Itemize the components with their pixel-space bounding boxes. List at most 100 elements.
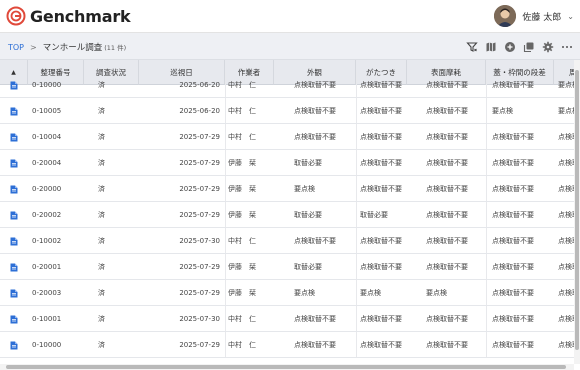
column-divider (356, 72, 357, 97)
cell-date: 2025-07-29 (179, 341, 220, 349)
document-icon[interactable] (10, 202, 24, 228)
column-divider (356, 202, 357, 227)
chevron-down-icon[interactable]: ⌄ (567, 12, 574, 21)
cell-wear: 点検取替不要 (426, 315, 468, 323)
column-divider (225, 72, 226, 97)
table-row[interactable]: 0-20003 済 2025-07-29 伊藤 栞 要点検 要点検 要点検 点検取替不要 点検取… (0, 280, 574, 306)
cell-id: 0-20002 (32, 211, 62, 219)
cell-date: 2025-06-20 (179, 107, 220, 115)
cell-step: 点検取替不要 (492, 289, 534, 297)
horizontal-scroll-thumb[interactable] (6, 365, 566, 369)
settings-icon[interactable] (539, 38, 557, 56)
document-icon[interactable] (10, 72, 24, 98)
cell-appearance: 点検取替不要 (294, 315, 336, 323)
cell-appearance: 要点検 (294, 185, 315, 193)
cell-status: 済 (98, 289, 105, 297)
table-row[interactable]: 0-20001 済 2025-07-29 伊藤 栞 取替必要 点検取替不要 点検取替不要 点検… (0, 254, 574, 280)
table-row[interactable]: 0-10005 済 2025-06-20 中村 仁 点検取替不要 点検取替不要 点検取替不要… (0, 98, 574, 124)
cell-wear: 点検取替不要 (426, 107, 468, 115)
survey-table: ▲整理番号調査状況巡視日作業者外観がたつき表面摩耗蓋・枠間の段差周辺 0-100… (0, 60, 574, 364)
document-icon[interactable] (10, 228, 24, 254)
column-divider (225, 150, 226, 175)
cell-surround: 点検取替不要 (558, 185, 574, 193)
document-icon[interactable] (10, 124, 24, 150)
table-row[interactable]: 0-10000 済 2025-06-20 中村 仁 点検取替不要 点検取替不要 点検取替不要… (0, 72, 574, 98)
cell-id: 0-10000 (32, 81, 62, 89)
cell-status: 済 (98, 237, 105, 245)
cell-surround: 点検取替不要 (558, 159, 574, 167)
column-divider (356, 150, 357, 175)
more-icon[interactable] (558, 38, 576, 56)
table-row[interactable]: 0-10001 済 2025-07-30 中村 仁 点検取替不要 点検取替不要 点検取替不要… (0, 306, 574, 332)
cell-rattle: 取替必要 (360, 211, 388, 219)
table-row[interactable]: 0-20002 済 2025-07-29 伊藤 栞 取替必要 取替必要 点検取替不要 点検取替… (0, 202, 574, 228)
filter-icon[interactable] (463, 38, 481, 56)
document-icon[interactable] (10, 280, 24, 306)
cell-id: 0-10000 (32, 341, 62, 349)
document-icon[interactable] (10, 254, 24, 280)
cell-step: 点検取替不要 (492, 315, 534, 323)
user-menu[interactable]: 佐藤 太郎 ⌄ (494, 5, 574, 27)
document-icon[interactable] (10, 176, 24, 202)
brand-logo[interactable]: Genchmark (6, 6, 131, 26)
cell-date: 2025-07-29 (179, 263, 220, 271)
cell-appearance: 取替必要 (294, 263, 322, 271)
cell-surround: 要点検 (558, 81, 574, 89)
breadcrumb-separator: > (30, 42, 37, 52)
vertical-scroll-thumb[interactable] (575, 70, 579, 350)
cell-step: 要点検 (492, 107, 513, 115)
cell-wear: 点検取替不要 (426, 81, 468, 89)
cell-status: 済 (98, 159, 105, 167)
copy-icon[interactable] (520, 38, 538, 56)
cell-rattle: 点検取替不要 (360, 133, 402, 141)
cell-worker: 伊藤 栞 (228, 263, 256, 271)
breadcrumb-top-link[interactable]: TOP (8, 43, 24, 52)
cell-step: 点検取替不要 (492, 263, 534, 271)
cell-rattle: 点検取替不要 (360, 185, 402, 193)
column-divider (356, 332, 357, 357)
horizontal-scrollbar[interactable] (0, 364, 574, 370)
table-row[interactable]: 0-10002 済 2025-07-30 中村 仁 点検取替不要 点検取替不要 点検取替不要… (0, 228, 574, 254)
table-row[interactable]: 0-20000 済 2025-07-29 伊藤 栞 要点検 点検取替不要 点検取替不要 点検取… (0, 176, 574, 202)
cell-appearance: 点検取替不要 (294, 81, 336, 89)
cell-step: 点検取替不要 (492, 211, 534, 219)
vertical-scrollbar[interactable] (574, 60, 580, 364)
cell-rattle: 点検取替不要 (360, 81, 402, 89)
cell-wear: 点検取替不要 (426, 341, 468, 349)
cell-rattle: 点検取替不要 (360, 237, 402, 245)
cell-worker: 中村 仁 (228, 341, 256, 349)
cell-appearance: 要点検 (294, 289, 315, 297)
cell-worker: 伊藤 栞 (228, 185, 256, 193)
column-divider (486, 306, 487, 331)
column-divider (225, 124, 226, 149)
cell-status: 済 (98, 211, 105, 219)
cell-rattle: 点検取替不要 (360, 159, 402, 167)
avatar[interactable] (494, 5, 517, 27)
table-row[interactable]: 0-10004 済 2025-07-29 中村 仁 点検取替不要 点検取替不要 点検取替不要… (0, 124, 574, 150)
add-icon[interactable] (501, 38, 519, 56)
column-divider (225, 306, 226, 331)
cell-appearance: 点検取替不要 (294, 237, 336, 245)
document-icon[interactable] (10, 332, 24, 358)
column-divider (225, 228, 226, 253)
cell-wear: 点検取替不要 (426, 133, 468, 141)
column-divider (486, 228, 487, 253)
column-divider (486, 332, 487, 357)
cell-surround: 点検取替不要 (558, 315, 574, 323)
column-divider (486, 254, 487, 279)
column-divider (356, 176, 357, 201)
document-icon[interactable] (10, 98, 24, 124)
cell-wear: 点検取替不要 (426, 237, 468, 245)
cell-id: 0-20004 (32, 159, 62, 167)
cell-rattle: 点検取替不要 (360, 341, 402, 349)
cell-step: 点検取替不要 (492, 341, 534, 349)
breadcrumb: TOP > マンホール調査 (11 件) (8, 41, 126, 54)
column-divider (225, 280, 226, 305)
page-toolbar: TOP > マンホール調査 (11 件) (0, 33, 580, 60)
document-icon[interactable] (10, 150, 24, 176)
table-row[interactable]: 0-20004 済 2025-07-29 伊藤 栞 取替必要 点検取替不要 点検取替不要 点検… (0, 150, 574, 176)
table-row[interactable]: 0-10000 済 2025-07-29 中村 仁 点検取替不要 点検取替不要 点検取替不要… (0, 332, 574, 358)
document-icon[interactable] (10, 306, 24, 332)
map-icon[interactable] (482, 38, 500, 56)
cell-step: 点検取替不要 (492, 185, 534, 193)
